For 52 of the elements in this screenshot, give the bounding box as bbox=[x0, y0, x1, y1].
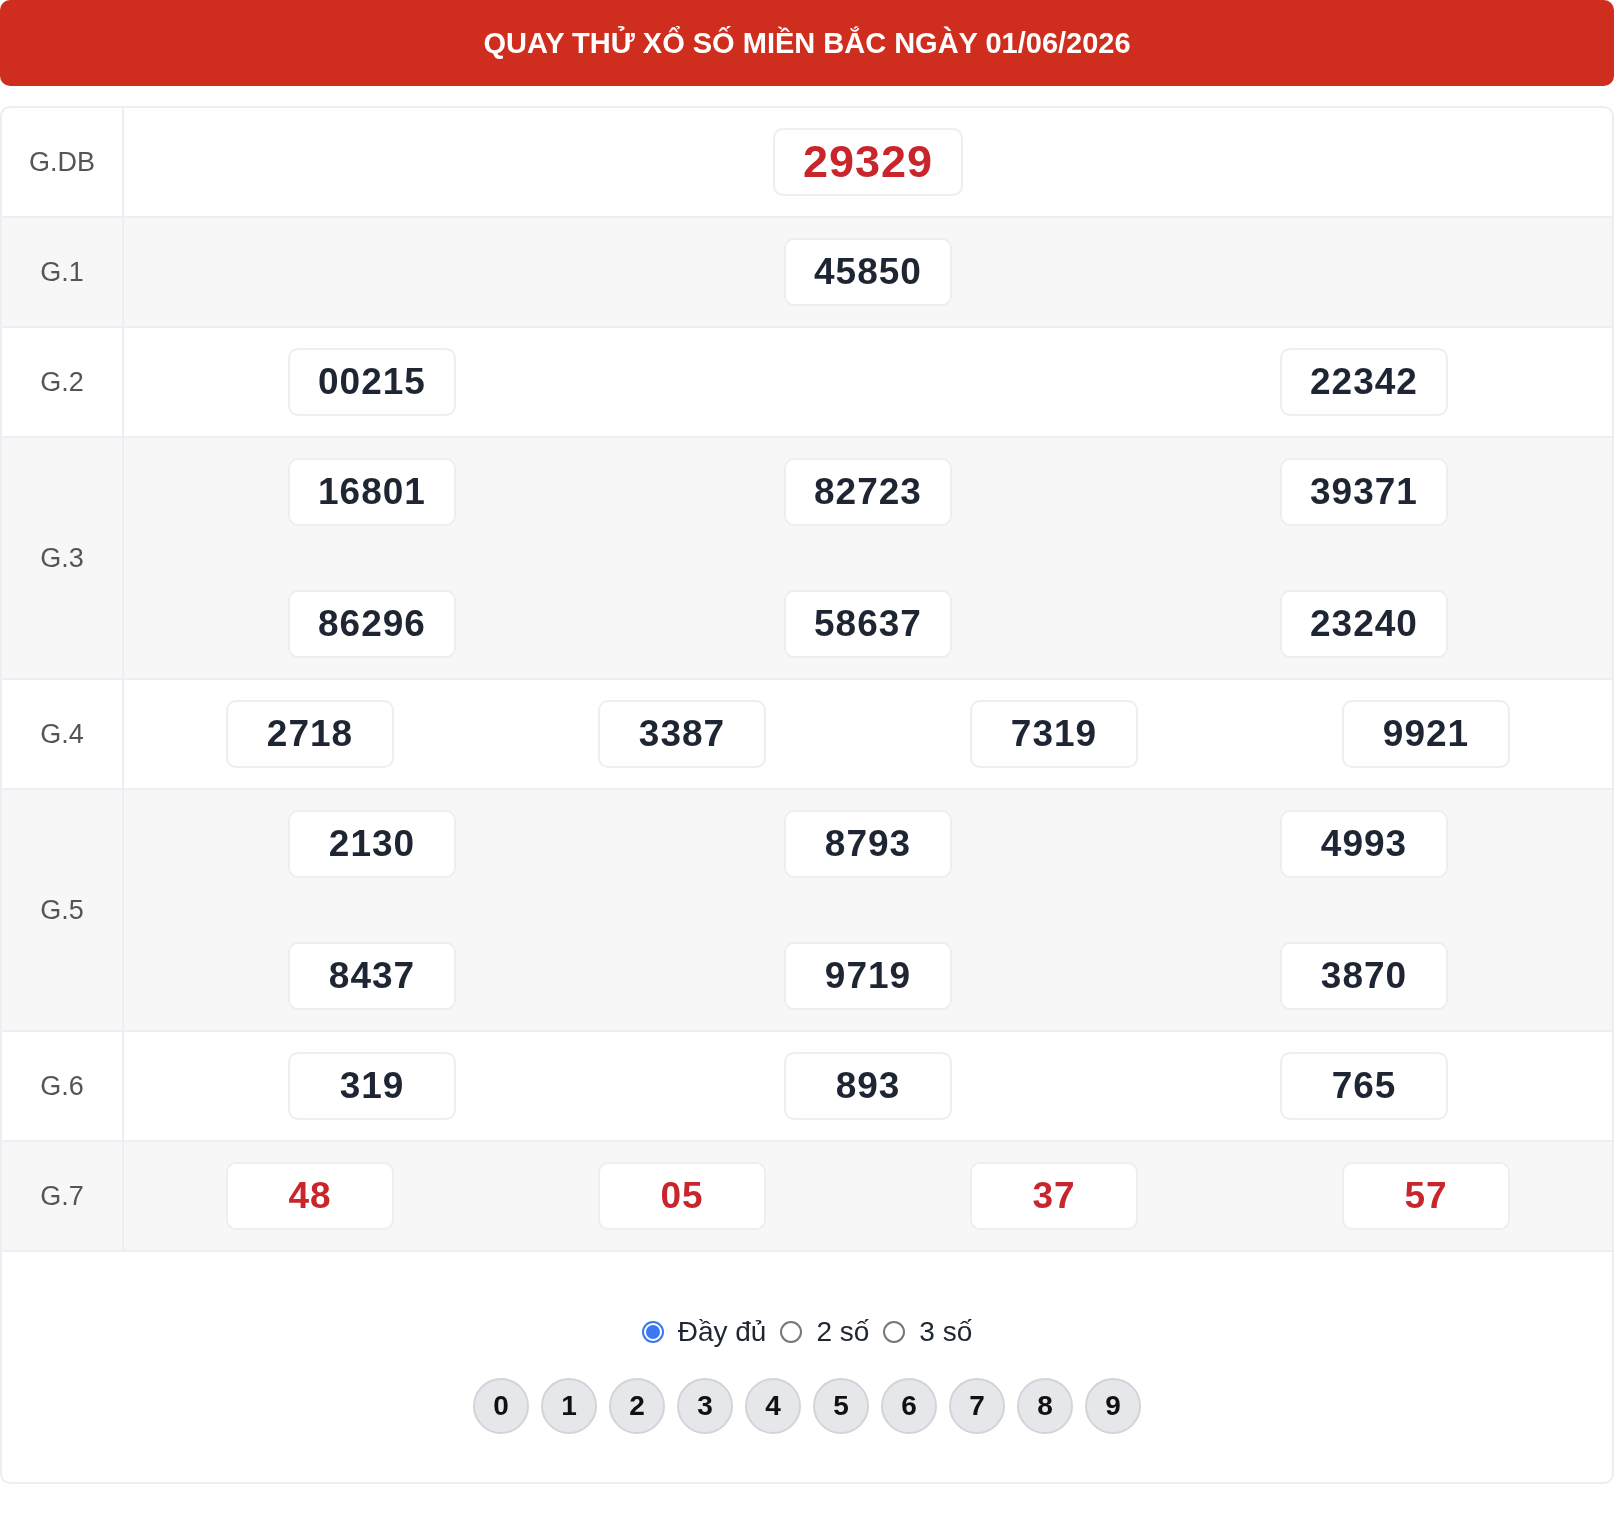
result-number: 82723 bbox=[784, 458, 952, 526]
radio-button[interactable] bbox=[780, 1321, 803, 1343]
result-number: 29329 bbox=[773, 128, 963, 196]
result-number: 16801 bbox=[288, 458, 456, 526]
radio-label[interactable]: Đầy đủ bbox=[677, 1316, 767, 1348]
digit-button[interactable]: 5 bbox=[813, 1378, 869, 1434]
prize-label: G.3 bbox=[40, 542, 84, 574]
result-number: 893 bbox=[784, 1052, 952, 1120]
result-number: 58637 bbox=[784, 590, 952, 658]
digit-button[interactable]: 3 bbox=[677, 1378, 733, 1434]
digit-button[interactable]: 8 bbox=[1017, 1378, 1073, 1434]
radio-button[interactable] bbox=[641, 1321, 664, 1343]
result-number: 2718 bbox=[226, 700, 394, 768]
result-number: 3870 bbox=[1280, 942, 1448, 1010]
radio-button[interactable] bbox=[883, 1321, 906, 1343]
result-number: 05 bbox=[598, 1162, 766, 1230]
digit-button[interactable]: 6 bbox=[881, 1378, 937, 1434]
result-number: 319 bbox=[288, 1052, 456, 1120]
result-number: 57 bbox=[1342, 1162, 1510, 1230]
digit-button[interactable]: 9 bbox=[1085, 1378, 1141, 1434]
result-number: 4993 bbox=[1280, 810, 1448, 878]
result-number: 7319 bbox=[970, 700, 1138, 768]
result-number: 3387 bbox=[598, 700, 766, 768]
result-number: 8437 bbox=[288, 942, 456, 1010]
result-number: 23240 bbox=[1280, 590, 1448, 658]
result-number: 39371 bbox=[1280, 458, 1448, 526]
result-number: 45850 bbox=[784, 238, 952, 306]
result-number: 765 bbox=[1280, 1052, 1448, 1120]
digit-button[interactable]: 0 bbox=[473, 1378, 529, 1434]
result-number: 86296 bbox=[288, 590, 456, 658]
result-number: 37 bbox=[970, 1162, 1138, 1230]
digit-button[interactable]: 1 bbox=[541, 1378, 597, 1434]
prize-label: G.5 bbox=[40, 894, 84, 926]
prize-label: G.1 bbox=[40, 256, 84, 288]
radio-label[interactable]: 2 số bbox=[816, 1316, 870, 1348]
digit-button[interactable]: 2 bbox=[609, 1378, 665, 1434]
result-number: 9921 bbox=[1342, 700, 1510, 768]
page-title: QUAY THỬ XỔ SỐ MIỀN BẮC NGÀY 01/06/2026 bbox=[0, 0, 1614, 86]
prize-label: G.6 bbox=[40, 1070, 84, 1102]
digit-button[interactable]: 7 bbox=[949, 1378, 1005, 1434]
result-number: 8793 bbox=[784, 810, 952, 878]
digit-button[interactable]: 4 bbox=[745, 1378, 801, 1434]
result-number: 22342 bbox=[1280, 348, 1448, 416]
result-number: 48 bbox=[226, 1162, 394, 1230]
result-number: 00215 bbox=[288, 348, 456, 416]
result-number: 2130 bbox=[288, 810, 456, 878]
prize-label: G.4 bbox=[40, 718, 84, 750]
radio-label[interactable]: 3 số bbox=[919, 1316, 973, 1348]
prize-label: G.DB bbox=[29, 146, 95, 178]
prize-label: G.7 bbox=[40, 1180, 84, 1212]
prize-label: G.2 bbox=[40, 366, 84, 398]
result-number: 9719 bbox=[784, 942, 952, 1010]
